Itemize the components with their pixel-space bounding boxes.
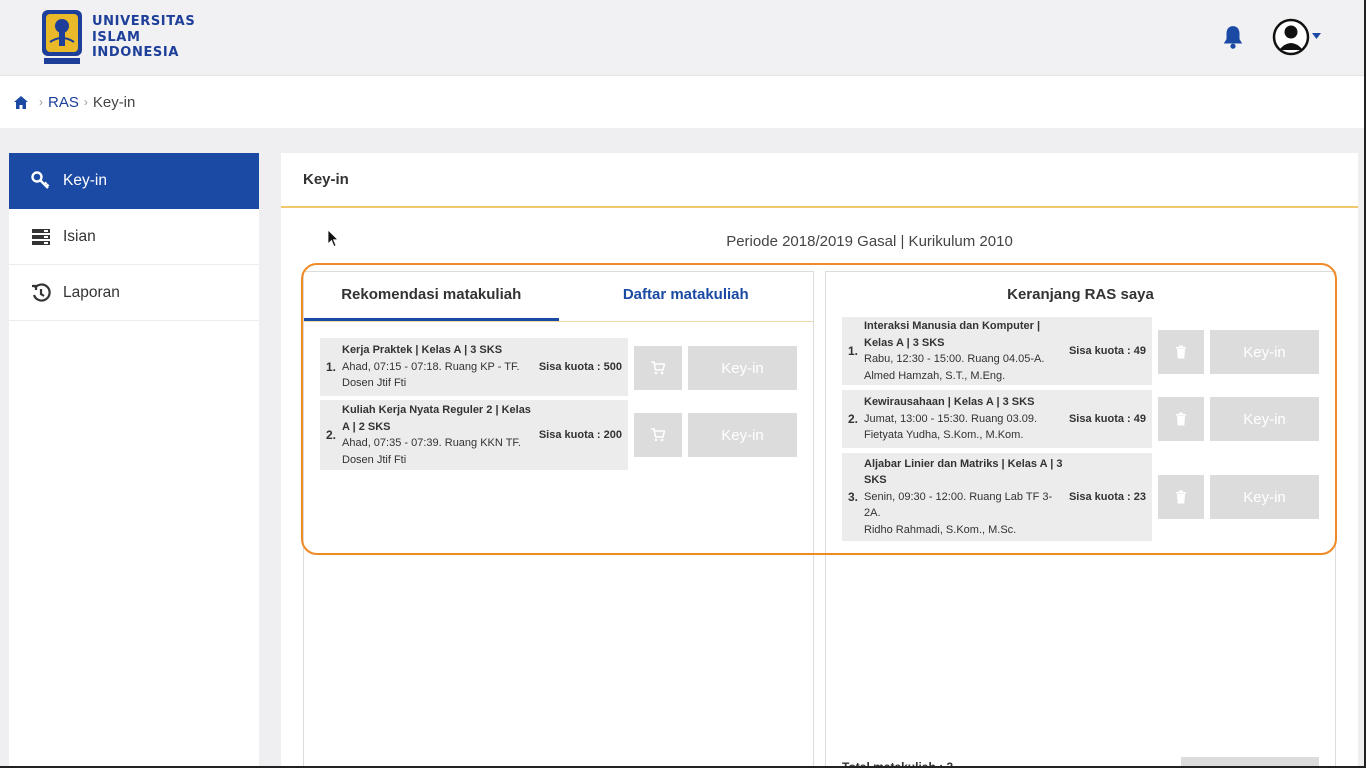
- sidebar-item-label: Key-in: [63, 172, 107, 189]
- sidebar-item-label: Isian: [63, 227, 96, 245]
- quota-label: Sisa kuota : 49: [1068, 345, 1146, 357]
- trash-icon: [1176, 345, 1186, 359]
- course-number: 3.: [848, 490, 859, 504]
- cart-icon: [651, 428, 665, 442]
- list-item: 1. Interaksi Manusia dan Komputer | Kela…: [842, 317, 1152, 385]
- quota-label: Sisa kuota : 500: [538, 361, 622, 373]
- course-info: Interaksi Manusia dan Komputer | Kelas A…: [864, 320, 1045, 382]
- periode-label: Periode 2018/2019 Gasal | Kurikulum 2010: [726, 233, 1013, 250]
- delete-button[interactable]: [1158, 397, 1204, 441]
- key-in-button[interactable]: Key-in: [1210, 475, 1319, 519]
- sidebar-item-laporan[interactable]: Laporan: [9, 265, 259, 321]
- key-icon: [31, 171, 50, 189]
- key-in-button[interactable]: Key-in: [688, 346, 797, 390]
- list-item: 2. Kuliah Kerja Nyata Reguler 2 | Kelas …: [320, 400, 628, 470]
- quota-label: Sisa kuota : 23: [1068, 491, 1146, 503]
- add-to-cart-button[interactable]: [634, 346, 682, 390]
- tab-daftar[interactable]: Daftar matakuliah: [559, 272, 814, 321]
- course-tabs: Rekomendasi matakuliah Daftar matakuliah: [304, 272, 813, 322]
- list-icon: [32, 228, 50, 245]
- course-number: 1.: [848, 344, 859, 358]
- delete-button[interactable]: [1158, 475, 1204, 519]
- list-item: 2. Kewirausahaan | Kelas A | 3 SKS Jumat…: [842, 390, 1152, 448]
- sidebar-item-label: Laporan: [63, 283, 120, 301]
- key-in-button[interactable]: Key-in: [688, 413, 797, 457]
- delete-button[interactable]: [1158, 330, 1204, 374]
- list-item: 1. Kerja Praktek | Kelas A | 3 SKS Ahad,…: [320, 338, 628, 396]
- university-name: UNIVERSITAS ISLAM INDONESIA: [92, 14, 196, 60]
- sidebar: Key-in Isian Laporan: [9, 153, 259, 768]
- breadcrumb-separator: ›: [83, 95, 88, 109]
- course-number: 2.: [848, 412, 859, 426]
- add-to-cart-button[interactable]: [634, 413, 682, 457]
- list-item: 3. Aljabar Linier dan Matriks | Kelas A …: [842, 453, 1152, 541]
- sidebar-item-key-in[interactable]: Key-in: [9, 153, 259, 209]
- top-header: UNIVERSITAS ISLAM INDONESIA: [0, 0, 1366, 76]
- course-number: 1.: [326, 360, 337, 374]
- quota-label: Sisa kuota : 49: [1068, 413, 1146, 425]
- page-title: Key-in: [281, 153, 1358, 208]
- breadcrumb-separator: ›: [39, 95, 43, 109]
- cart-icon: [651, 361, 665, 375]
- university-logo[interactable]: [40, 8, 84, 66]
- tab-rekomendasi[interactable]: Rekomendasi matakuliah: [304, 272, 559, 321]
- notification-bell-icon[interactable]: [1220, 24, 1246, 50]
- trash-icon: [1176, 490, 1186, 504]
- cart-title: Keranjang RAS saya: [1007, 286, 1154, 303]
- breadcrumb-current: Key-in: [92, 93, 136, 111]
- course-info: Aljabar Linier dan Matriks | Kelas A | 3…: [864, 457, 1063, 536]
- ras-cart-panel: Keranjang RAS saya 1. Interaksi Manusia …: [825, 271, 1336, 768]
- recommendation-panel: Rekomendasi matakuliah Daftar matakuliah…: [303, 271, 814, 768]
- chevron-down-icon[interactable]: [1312, 33, 1321, 39]
- trash-icon: [1176, 412, 1186, 426]
- key-in-button[interactable]: Key-in: [1210, 397, 1319, 441]
- main-card: Key-in Periode 2018/2019 Gasal | Kurikul…: [281, 153, 1358, 768]
- sidebar-item-isian[interactable]: Isian: [9, 209, 259, 265]
- user-avatar-icon[interactable]: [1272, 18, 1310, 56]
- course-info: Kewirausahaan | Kelas A | 3 SKS Jumat, 1…: [864, 396, 1038, 442]
- course-info: Kerja Praktek | Kelas A | 3 SKS Ahad, 07…: [342, 344, 520, 390]
- mouse-cursor-icon: [328, 230, 339, 248]
- breadcrumb: › RAS › Key-in: [0, 76, 1366, 128]
- key-in-button[interactable]: Key-in: [1210, 330, 1319, 374]
- breadcrumb-ras-link[interactable]: RAS: [48, 94, 79, 111]
- history-icon: [32, 282, 51, 302]
- course-number: 2.: [326, 428, 337, 442]
- course-info: Kuliah Kerja Nyata Reguler 2 | Kelas A |…: [342, 404, 531, 466]
- quota-label: Sisa kuota : 200: [538, 429, 622, 441]
- home-icon[interactable]: [14, 95, 28, 109]
